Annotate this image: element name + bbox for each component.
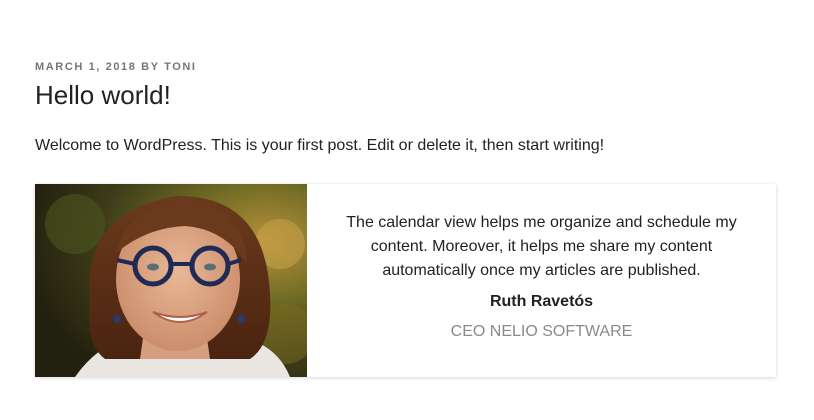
post-author-link[interactable]: Toni	[164, 61, 196, 73]
testimonial-author-name: Ruth Ravetós	[489, 293, 594, 310]
post-title[interactable]: Hello world!	[35, 80, 171, 111]
post-intro: Welcome to WordPress. This is your first…	[35, 137, 605, 154]
post-meta: March 1, 2018 by Toni	[35, 61, 197, 73]
testimonial-content: The calendar view helps me organize and …	[307, 184, 776, 377]
post-by-label: by	[141, 61, 160, 73]
testimonial-card: The calendar view helps me organize and …	[35, 184, 776, 377]
testimonial-quote: The calendar view helps me organize and …	[346, 214, 737, 279]
post-date-link[interactable]: March 1, 2018	[35, 61, 137, 73]
testimonial-photo	[35, 184, 307, 377]
portrait-photo-icon	[35, 184, 307, 377]
testimonial-author-role: CEO Nelio Software	[450, 323, 633, 340]
